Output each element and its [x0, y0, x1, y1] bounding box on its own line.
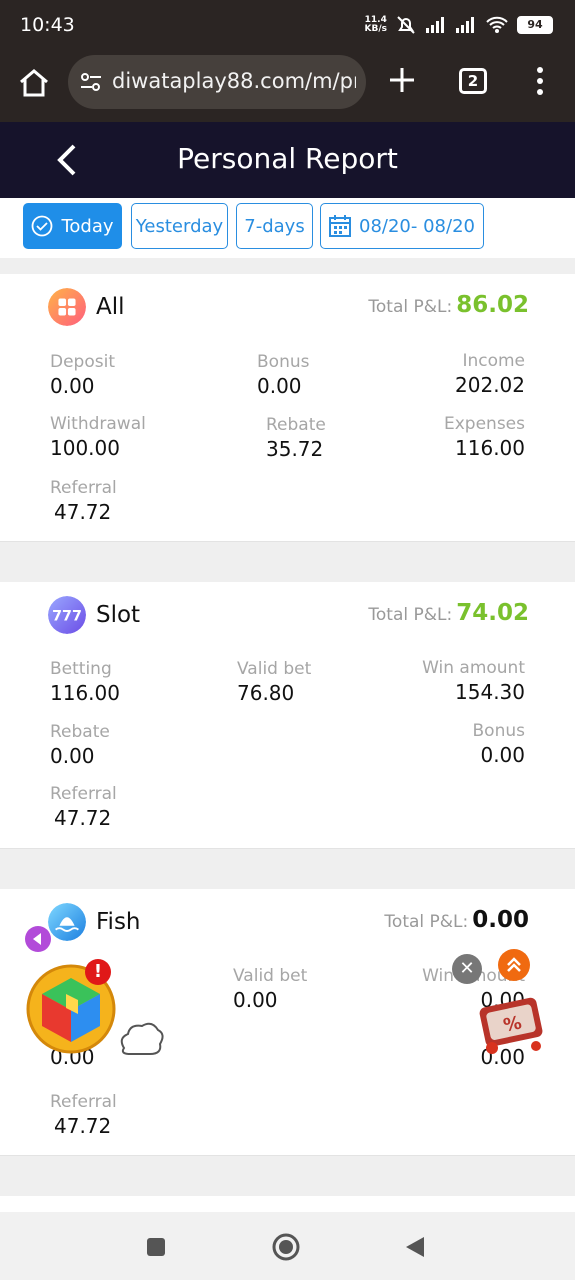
browser-toolbar: diwataplay88.com/m/pr 2: [0, 50, 575, 122]
signal-icon-2: [456, 17, 474, 33]
new-tab-icon[interactable]: [388, 66, 416, 94]
system-nav-bar: [0, 1212, 575, 1280]
all-category-icon: [48, 288, 86, 326]
close-float-button[interactable]: ✕: [452, 954, 482, 984]
alert-badge: !: [85, 959, 111, 985]
recent-apps-icon[interactable]: [141, 1232, 171, 1262]
page-header: Personal Report: [0, 122, 575, 198]
tab-switcher-button[interactable]: 2: [459, 68, 487, 94]
referral-field: Referral 47.72: [50, 478, 117, 524]
calendar-icon: [329, 215, 352, 237]
date-filter-bar: Today Yesterday 7-days 08/20- 08/20: [0, 198, 575, 258]
fish-category-icon: [48, 903, 86, 941]
check-circle-icon: [32, 215, 53, 237]
win-amount-field: Win amount 154.30: [422, 658, 525, 704]
deposit-field: Deposit 0.00: [50, 352, 115, 398]
double-chevron-up-icon: [507, 957, 521, 972]
valid-bet-field: Valid bet 0.00: [233, 966, 308, 1012]
discount-coupon-icon[interactable]: %: [472, 990, 552, 1060]
slot-category-icon: 777: [48, 596, 86, 634]
signal-icon: [426, 17, 444, 33]
status-icons: 11.4 KB/s 94: [365, 14, 553, 36]
card-title: Fish: [96, 909, 141, 935]
wifi-icon: [486, 16, 508, 33]
filter-today-button[interactable]: Today: [23, 203, 122, 249]
rebate-field: Rebate 0.00: [50, 722, 110, 768]
total-pl: Total P&L: 74.02: [368, 600, 529, 626]
betting-field: Betting 116.00: [50, 659, 120, 705]
clock: 10:43: [20, 14, 75, 36]
filter-7days-button[interactable]: 7-days: [236, 203, 313, 249]
income-field: Income 202.02: [455, 351, 525, 397]
back-triangle-icon[interactable]: [400, 1232, 430, 1262]
status-bar: 10:43 11.4 KB/s 94: [0, 0, 575, 50]
address-bar[interactable]: diwataplay88.com/m/pr: [68, 55, 366, 109]
total-pl: Total P&L: 86.02: [368, 292, 529, 318]
svg-text:777: 777: [52, 609, 82, 625]
battery-indicator: 94: [517, 16, 553, 34]
home-button-icon[interactable]: [271, 1232, 301, 1262]
rebate-field: Rebate 35.72: [266, 415, 326, 461]
page-title: Personal Report: [177, 142, 398, 175]
expenses-field: Expenses 116.00: [444, 414, 525, 460]
referral-field: Referral 47.72: [50, 784, 117, 830]
filter-yesterday-label: Yesterday: [135, 215, 224, 237]
withdrawal-field: Withdrawal 100.00: [50, 414, 146, 460]
filter-7days-label: 7-days: [244, 215, 305, 237]
report-card-slot: 777 Slot Total P&L: 74.02 Betting 116.00 V…: [0, 582, 575, 849]
filter-yesterday-button[interactable]: Yesterday: [131, 203, 228, 249]
total-pl-value: 74.02: [456, 600, 529, 626]
bonus-field: Bonus 0.00: [257, 352, 310, 398]
bell-muted-icon: [397, 16, 415, 34]
card-title: All: [96, 294, 125, 320]
bonus-field: Bonus 0.00: [472, 721, 525, 767]
valid-bet-field: Valid bet 76.80: [237, 659, 312, 705]
more-menu-icon[interactable]: [532, 66, 548, 96]
filter-date-range-label: 08/20- 08/20: [359, 215, 475, 237]
site-settings-icon[interactable]: [80, 73, 102, 91]
referral-field: Referral 47.72: [50, 1092, 117, 1138]
filter-date-range-button[interactable]: 08/20- 08/20: [320, 203, 484, 249]
total-pl-value: 0.00: [472, 907, 529, 933]
home-icon[interactable]: [18, 68, 50, 98]
cloud-hand-icon[interactable]: [116, 1018, 166, 1064]
report-card-all: All Total P&L: 86.02 Deposit 0.00 Bonus 0.0…: [0, 274, 575, 542]
triangle-left-icon: [33, 933, 41, 945]
collapse-float-button[interactable]: [25, 926, 51, 952]
total-pl: Total P&L: 0.00: [384, 907, 529, 933]
filter-today-label: Today: [61, 215, 114, 237]
scroll-top-button[interactable]: [498, 949, 530, 981]
card-title: Slot: [96, 602, 141, 628]
total-pl-value: 86.02: [456, 292, 529, 318]
network-speed: 11.4 KB/s: [364, 15, 387, 34]
url-text: diwataplay88.com/m/pr: [112, 69, 356, 93]
